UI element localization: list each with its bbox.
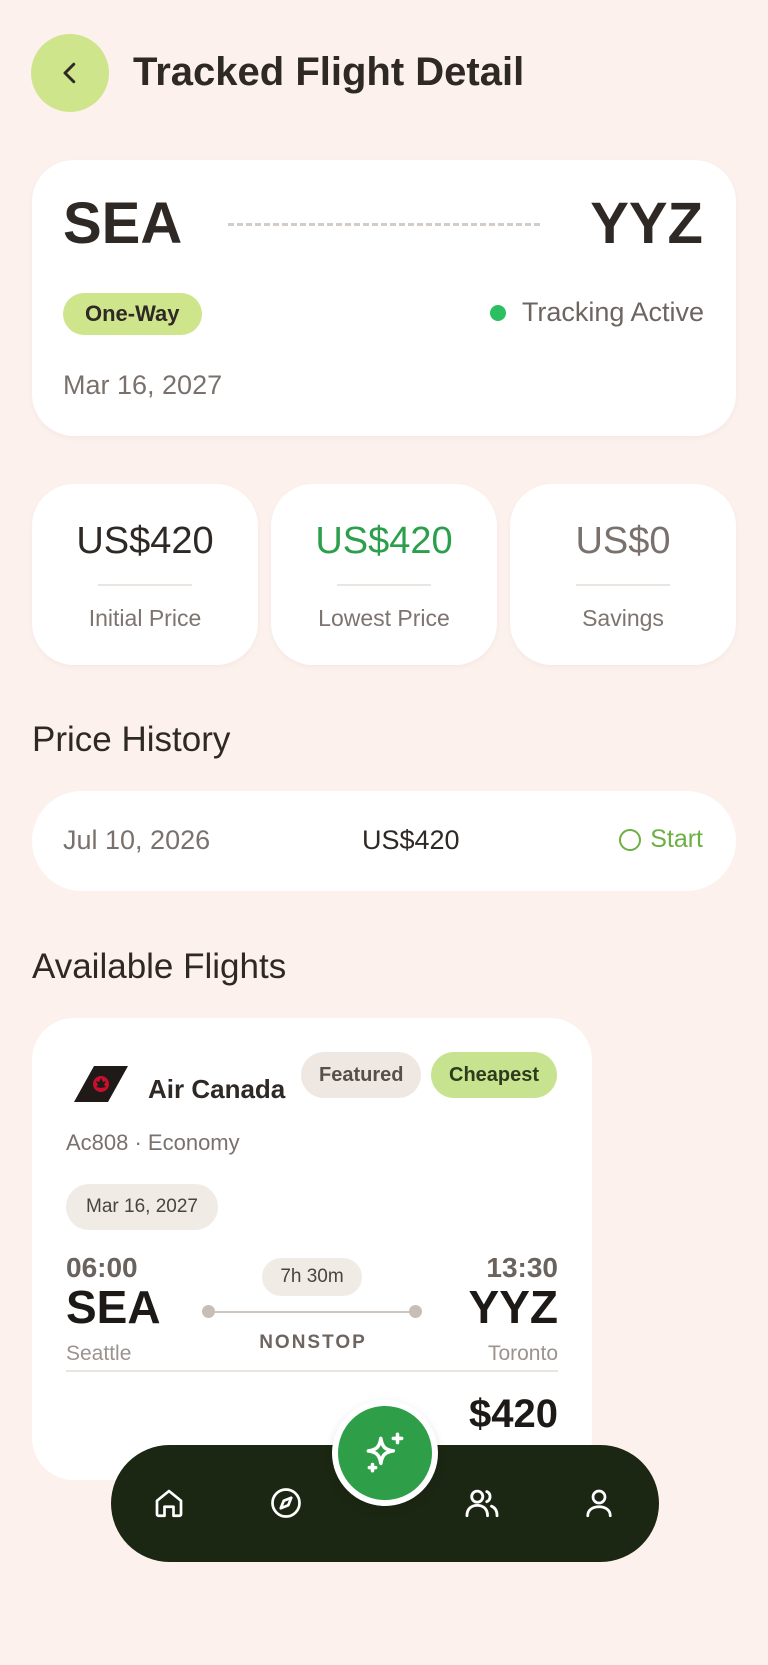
tracking-status-label: Tracking Active	[521, 297, 704, 327]
users-icon	[465, 1489, 499, 1518]
departure-city: Seattle	[66, 1342, 132, 1365]
profile-icon	[586, 1489, 612, 1518]
destination-code: YYZ	[590, 191, 703, 256]
chevron-left-icon	[63, 62, 76, 84]
divider	[98, 584, 192, 586]
lowest-price-card: US$420 Lowest Price	[271, 484, 497, 665]
status-dot-icon	[489, 304, 506, 321]
history-date: Jul 10, 2026	[63, 825, 211, 855]
initial-price-card: US$420 Initial Price	[32, 484, 258, 665]
flight-card[interactable]: Air Canada Featured Cheapest Ac808 · Eco…	[32, 1018, 592, 1480]
price-history-row: Jul 10, 2026 US$420 Start	[32, 791, 736, 891]
history-status-label: Start	[650, 825, 703, 853]
initial-price-label: Initial Price	[88, 605, 202, 631]
divider	[66, 1370, 558, 1372]
stops-label: NONSTOP	[259, 1332, 367, 1353]
arrival-city: Toronto	[487, 1342, 558, 1365]
back-button[interactable]	[31, 34, 109, 112]
trip-type-badge: One-Way	[63, 293, 202, 335]
available-flights-title: Available Flights	[32, 947, 287, 986]
savings-label: Savings	[582, 605, 664, 631]
featured-tag: Featured	[301, 1052, 422, 1098]
travel-date: Mar 16, 2027	[63, 370, 223, 400]
path-start-dot	[202, 1305, 215, 1318]
lowest-price-label: Lowest Price	[318, 605, 450, 631]
tracked-flight-detail-screen: Tracked Flight Detail SEA YYZ One-Way Tr…	[0, 0, 768, 1665]
savings-value: US$0	[575, 520, 671, 562]
divider	[576, 584, 670, 586]
lowest-price-value: US$420	[315, 520, 453, 562]
circle-icon	[619, 828, 642, 851]
page-title: Tracked Flight Detail	[133, 50, 525, 94]
departure-code: SEA	[66, 1281, 161, 1333]
route-card: SEA YYZ One-Way Tracking Active Mar 16, …	[32, 160, 736, 436]
nav-profile[interactable]	[573, 1477, 625, 1529]
flight-number-class: Ac808 · Economy	[66, 1130, 240, 1155]
price-history-title: Price History	[32, 720, 231, 759]
home-icon	[155, 1489, 183, 1518]
flight-path-line	[208, 1311, 416, 1313]
duration-chip: 7h 30m	[262, 1258, 362, 1296]
flight-date-chip: Mar 16, 2027	[66, 1184, 218, 1230]
cheapest-tag: Cheapest	[431, 1052, 558, 1098]
ai-assistant-button[interactable]	[332, 1400, 438, 1506]
compass-icon	[271, 1488, 301, 1518]
flight-price: $420	[469, 1392, 558, 1436]
history-price: US$420	[362, 825, 460, 855]
sparkles-icon	[366, 1432, 404, 1473]
nav-home[interactable]	[143, 1477, 195, 1529]
tracking-status: Tracking Active	[489, 297, 704, 328]
initial-price-value: US$420	[76, 520, 214, 562]
airline-name: Air Canada	[148, 1074, 286, 1104]
arrival-code: YYZ	[468, 1281, 558, 1333]
nav-community[interactable]	[456, 1477, 508, 1529]
origin-code: SEA	[63, 191, 183, 256]
path-end-dot	[409, 1305, 422, 1318]
route-dashed-line	[228, 223, 540, 226]
divider	[337, 584, 431, 586]
air-canada-logo-icon	[74, 1066, 128, 1102]
nav-explore[interactable]	[260, 1477, 312, 1529]
history-status: Start	[619, 825, 703, 854]
price-stats: US$420 Initial Price US$420 Lowest Price…	[32, 484, 736, 665]
savings-card: US$0 Savings	[510, 484, 736, 665]
